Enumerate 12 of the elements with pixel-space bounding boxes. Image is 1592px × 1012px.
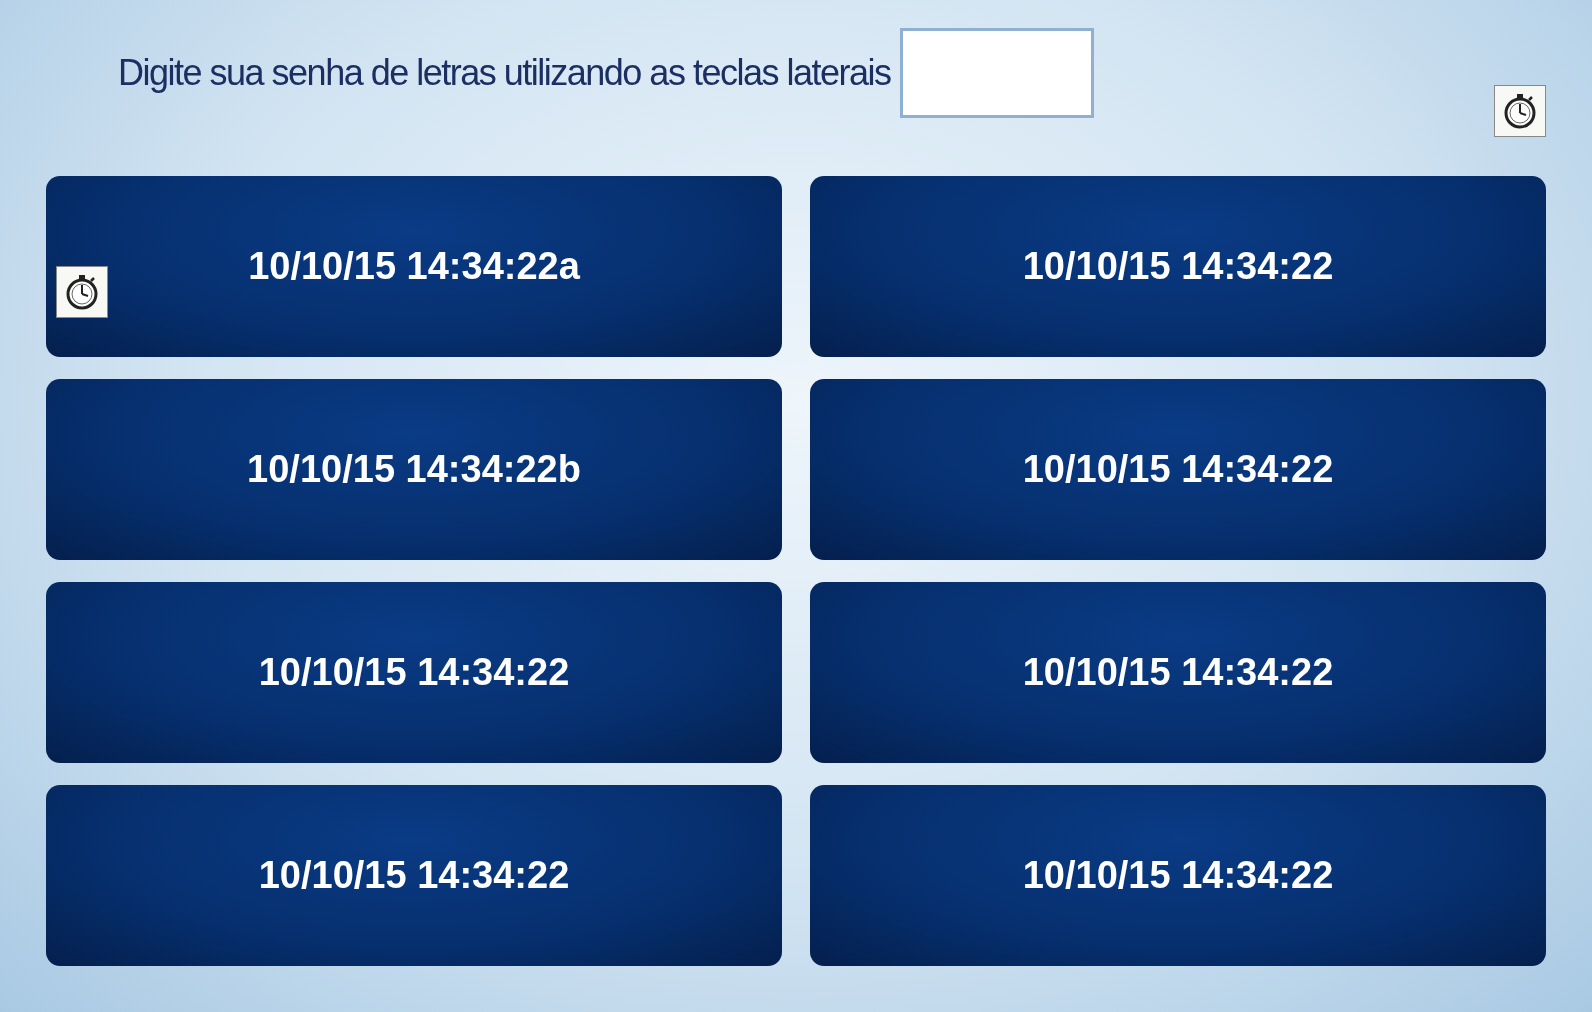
date-time-button[interactable]: 10/10/15 14:34:22 — [46, 785, 782, 966]
password-field[interactable] — [900, 28, 1095, 118]
date-time-button[interactable]: 10/10/15 14:34:22 — [810, 582, 1546, 763]
stopwatch-icon — [1494, 85, 1546, 137]
date-time-button[interactable]: 10/10/15 14:34:22b — [46, 379, 782, 560]
date-time-button[interactable]: 10/10/15 14:34:22 — [810, 785, 1546, 966]
date-time-button[interactable]: 10/10/15 14:34:22a — [46, 176, 782, 357]
date-time-button[interactable]: 10/10/15 14:34:22 — [810, 379, 1546, 560]
stopwatch-icon — [56, 266, 108, 318]
date-time-button[interactable]: 10/10/15 14:34:22 — [810, 176, 1546, 357]
prompt-text: Digite sua senha de letras utilizando as teclas laterais — [118, 51, 891, 95]
date-time-button[interactable]: 10/10/15 14:34:22 — [46, 582, 782, 763]
